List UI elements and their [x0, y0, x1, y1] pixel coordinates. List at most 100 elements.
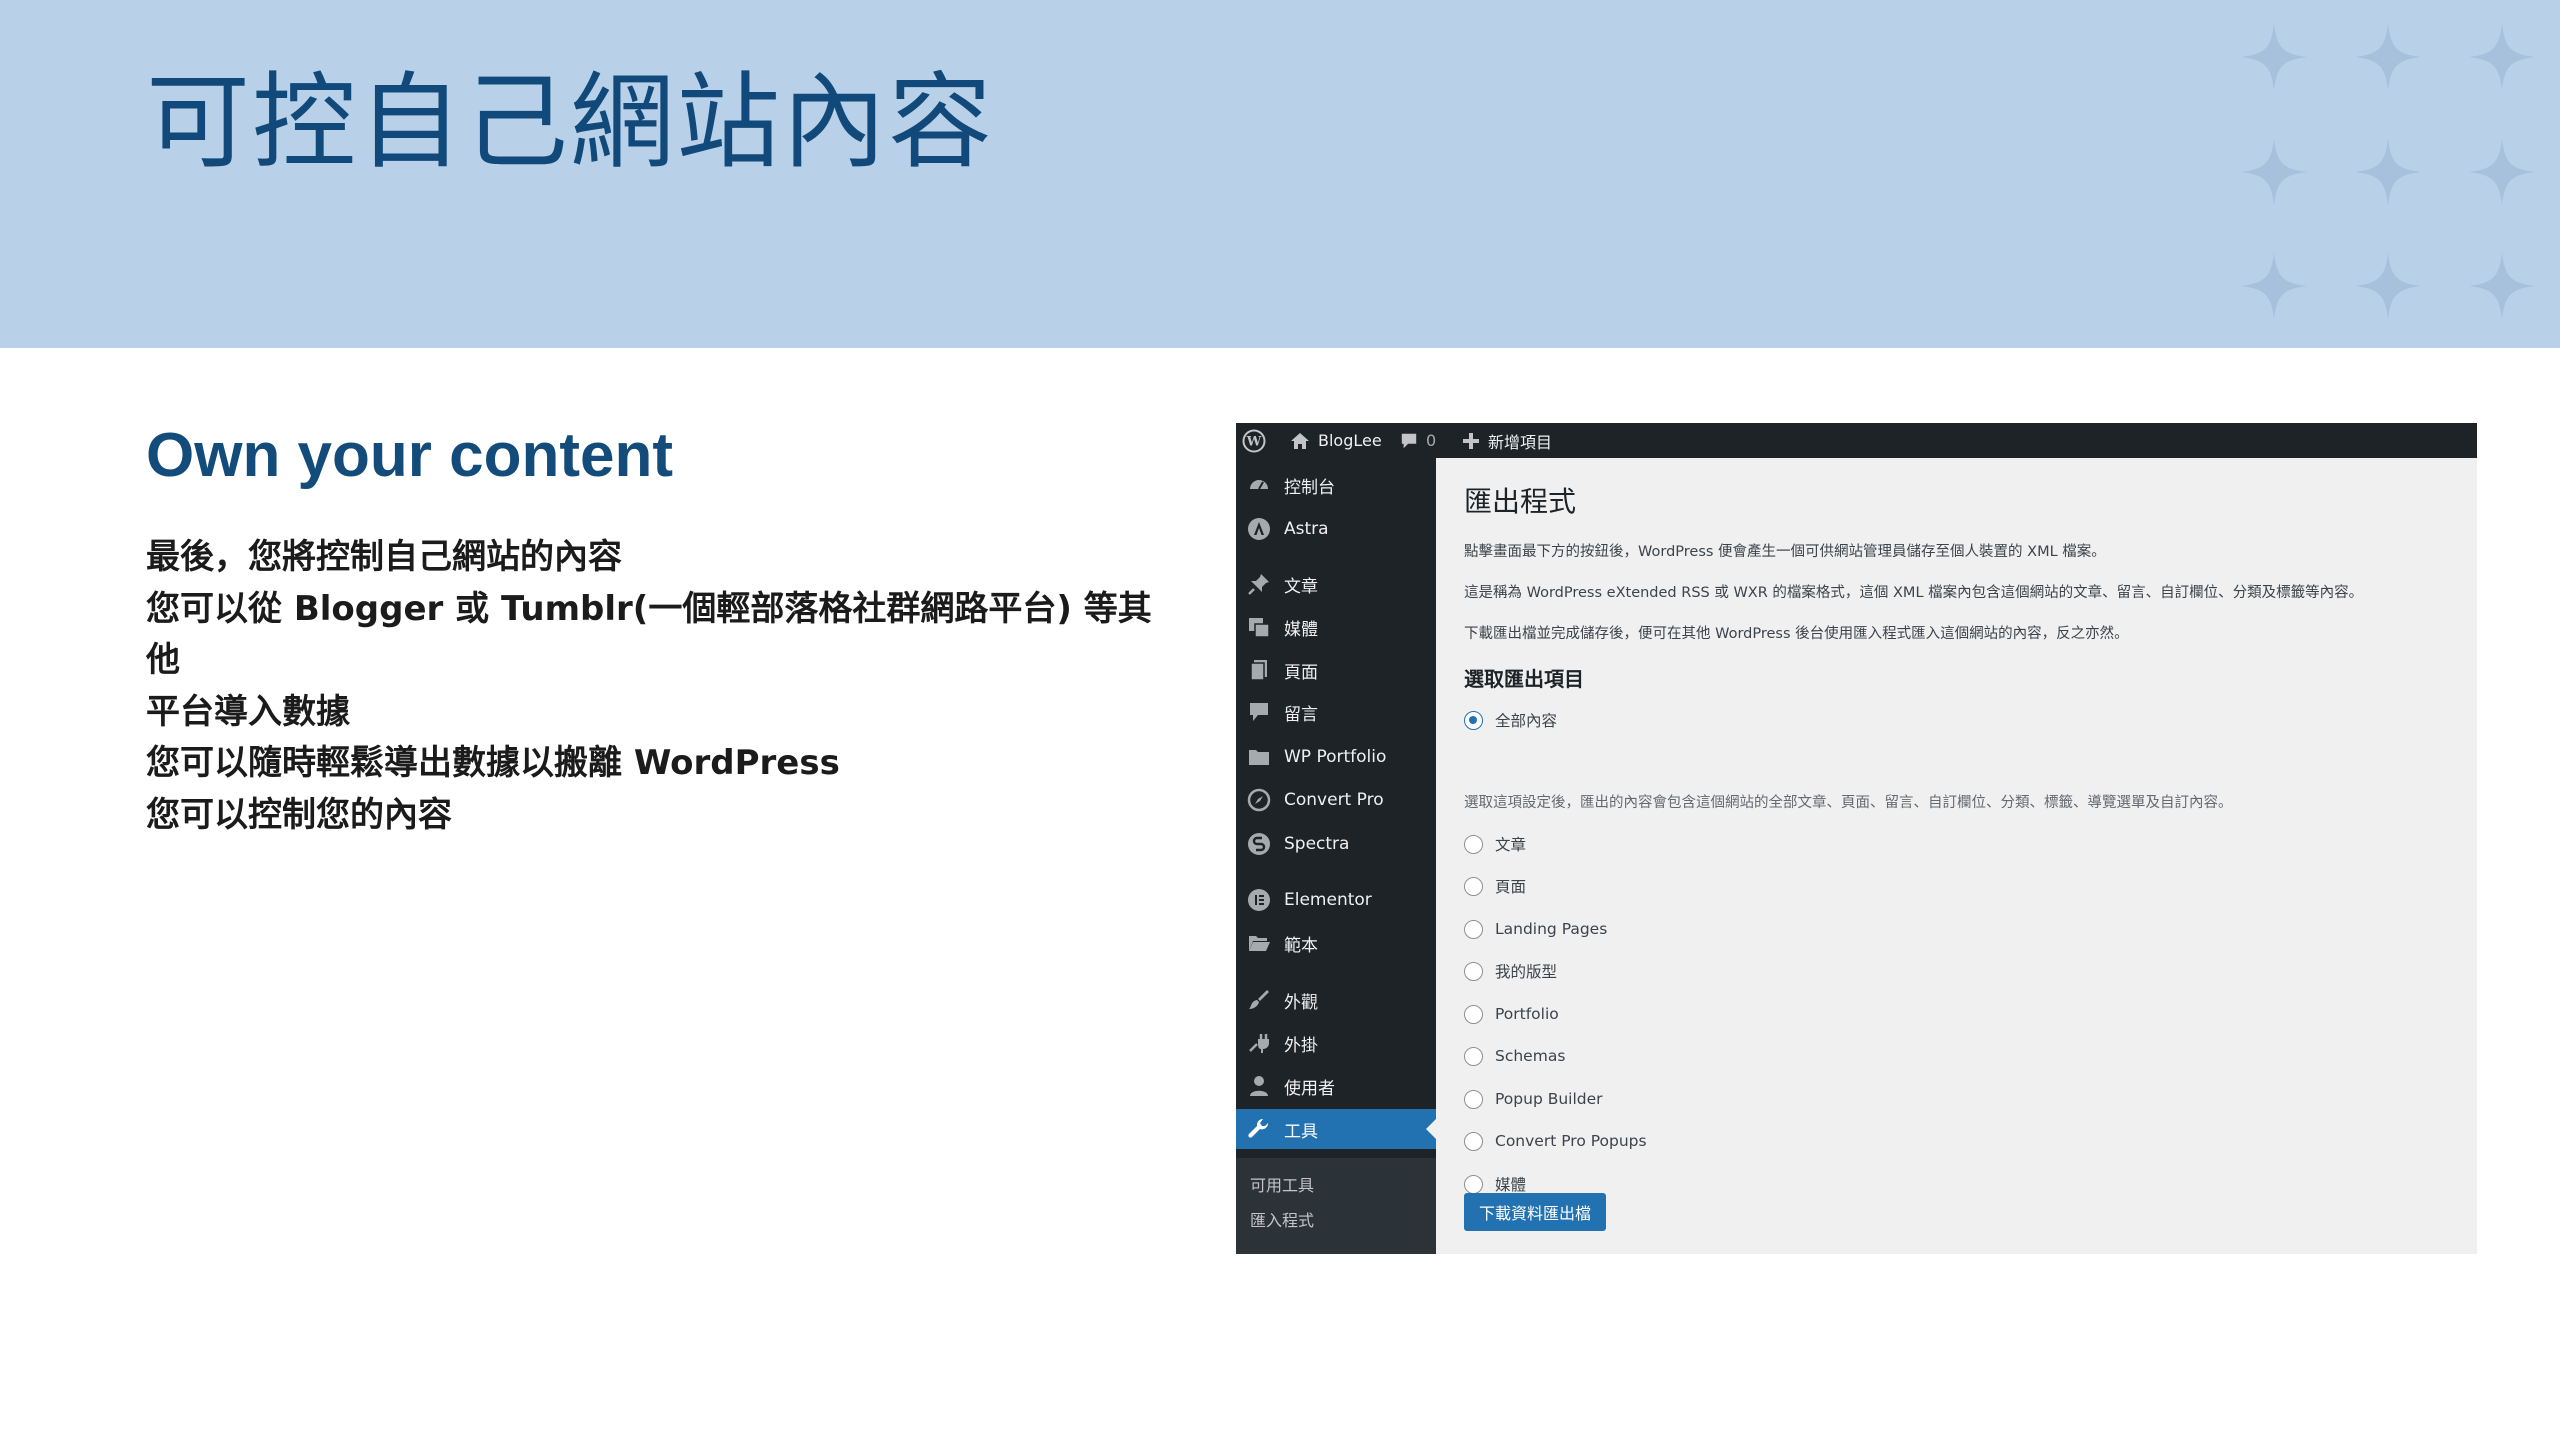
intro-paragraph: 點擊畫面最下方的按鈕後，WordPress 便會產生一個可供網站管理員儲存至個人… — [1464, 544, 2106, 560]
spectra-icon — [1246, 831, 1272, 857]
export-option-my-templates[interactable]: 我的版型 — [1464, 959, 1557, 983]
comment-bubble-icon — [1400, 432, 1418, 450]
submenu-item-available-tools[interactable]: 可用工具 — [1250, 1172, 1314, 1196]
comments-link[interactable]: 0 — [1400, 423, 1436, 458]
section-heading: 選取匯出項目 — [1464, 667, 1584, 691]
body-line: 平台導入數據 — [146, 691, 350, 732]
sidebar-item-label: 留言 — [1284, 704, 1318, 725]
new-content-link[interactable]: 新增項目 — [1462, 423, 1552, 458]
comments-count: 0 — [1426, 431, 1437, 450]
sidebar-item-dashboard[interactable]: 控制台 — [1236, 465, 1436, 505]
sidebar-item-label: 使用者 — [1284, 1078, 1335, 1099]
sidebar-item-comments[interactable]: 留言 — [1236, 692, 1436, 732]
new-content-label: 新增項目 — [1488, 432, 1553, 452]
export-option-convert-pro-popups[interactable]: Convert Pro Popups — [1464, 1129, 1647, 1153]
sidebar-item-label: WP Portfolio — [1284, 747, 1387, 767]
radio-button[interactable] — [1464, 834, 1483, 854]
sidebar-item-label: 工具 — [1284, 1121, 1318, 1142]
radio-selected[interactable] — [1464, 710, 1483, 730]
export-option-popup-builder[interactable]: Popup Builder — [1464, 1087, 1603, 1111]
sidebar-item-plugins[interactable]: 外掛 — [1236, 1023, 1436, 1063]
plus-icon — [1462, 432, 1480, 450]
export-option-all[interactable]: 全部內容 — [1464, 708, 1557, 732]
wordpress-export-screenshot: W BlogLee 0 新增項目 控制台 Astra 文章 媒體 頁面 留言 W… — [1236, 423, 2477, 1254]
astra-icon — [1246, 516, 1272, 542]
submenu-item-importer[interactable]: 匯入程式 — [1250, 1207, 1314, 1231]
sidebar-item-posts[interactable]: 文章 — [1236, 564, 1436, 604]
four-point-star-icon — [2355, 253, 2421, 319]
slide-body: 最後，您將控制自己網站的內容 您可以從 Blogger 或 Tumblr(一個輕… — [146, 532, 1166, 841]
brush-icon — [1246, 987, 1272, 1013]
sidebar-item-spectra[interactable]: Spectra — [1236, 824, 1436, 864]
wrench-icon — [1246, 1116, 1272, 1142]
four-point-star-icon — [2241, 24, 2307, 90]
sidebar-item-elementor[interactable]: Elementor — [1236, 880, 1436, 920]
page-title: 匯出程式 — [1464, 485, 1577, 518]
export-content: 匯出程式 點擊畫面最下方的按鈕後，WordPress 便會產生一個可供網站管理員… — [1436, 458, 2477, 1254]
option-description: 選取這項設定後，匯出的內容會包含這個網站的全部文章、頁面、留言、自訂欄位、分類、… — [1464, 795, 2233, 811]
export-option-landing-pages[interactable]: Landing Pages — [1464, 917, 1607, 941]
folder-open-icon — [1246, 930, 1272, 956]
option-label: Portfolio — [1495, 1005, 1559, 1023]
export-option-posts[interactable]: 文章 — [1464, 832, 1526, 856]
sidebar-item-label: 範本 — [1284, 935, 1318, 956]
body-line: 您可以控制您的內容 — [146, 794, 452, 835]
sidebar-item-appearance[interactable]: 外觀 — [1236, 980, 1436, 1020]
export-option-pages[interactable]: 頁面 — [1464, 874, 1526, 898]
intro-paragraph: 這是稱為 WordPress eXtended RSS 或 WXR 的檔案格式，… — [1464, 585, 2364, 601]
dashboard-icon — [1246, 472, 1272, 498]
option-label: Popup Builder — [1495, 1090, 1603, 1108]
body-line: 您可以隨時輕鬆導出數據以搬離 WordPress — [146, 743, 840, 783]
four-point-star-icon — [2355, 139, 2421, 205]
four-point-star-icon — [2469, 139, 2535, 205]
wp-admin-bar: W BlogLee 0 新增項目 — [1236, 423, 2477, 458]
sidebar-item-label: 媒體 — [1284, 619, 1318, 640]
export-option-schemas[interactable]: Schemas — [1464, 1044, 1565, 1068]
site-name: BlogLee — [1318, 431, 1382, 450]
sidebar-item-label: 頁面 — [1284, 662, 1318, 683]
option-label: 全部內容 — [1495, 712, 1558, 730]
media-icon — [1246, 614, 1272, 640]
sidebar-item-convert-pro[interactable]: Convert Pro — [1236, 780, 1436, 820]
slide-subtitle: Own your content — [146, 421, 673, 490]
download-export-button[interactable]: 下載資料匯出檔 — [1464, 1193, 1607, 1231]
sidebar-item-users[interactable]: 使用者 — [1236, 1066, 1436, 1106]
wordpress-logo-icon[interactable]: W — [1242, 423, 1266, 458]
site-name-link[interactable]: BlogLee — [1290, 423, 1382, 458]
pin-icon — [1246, 571, 1272, 597]
option-label: 媒體 — [1495, 1176, 1527, 1194]
export-option-portfolio[interactable]: Portfolio — [1464, 1002, 1559, 1026]
slide-title: 可控自己網站內容 — [146, 61, 995, 183]
body-line: 最後，您將控制自己網站的內容 — [146, 537, 622, 577]
header-band: 可控自己網站內容 — [0, 0, 2560, 348]
radio-button[interactable] — [1464, 919, 1483, 939]
sidebar-item-wp-portfolio[interactable]: WP Portfolio — [1236, 737, 1436, 777]
radio-button[interactable] — [1464, 1174, 1483, 1194]
sidebar-item-label: Spectra — [1284, 834, 1350, 854]
four-point-star-icon — [2469, 24, 2535, 90]
intro-paragraph: 下載匯出檔並完成儲存後，便可在其他 WordPress 後台使用匯入程式匯入這個… — [1464, 626, 2129, 642]
radio-button[interactable] — [1464, 1004, 1483, 1024]
option-label: 文章 — [1495, 836, 1527, 854]
sidebar-item-tools[interactable]: 工具 — [1236, 1109, 1436, 1149]
tools-submenu: 可用工具 匯入程式 — [1236, 1158, 1436, 1254]
sidebar-item-label: Astra — [1284, 519, 1329, 539]
radio-button[interactable] — [1464, 961, 1483, 981]
option-label: Convert Pro Popups — [1495, 1132, 1647, 1150]
sidebar-item-label: Convert Pro — [1284, 790, 1384, 810]
sidebar-item-astra[interactable]: Astra — [1236, 509, 1436, 549]
sidebar-item-pages[interactable]: 頁面 — [1236, 650, 1436, 690]
folder-icon — [1246, 744, 1272, 770]
radio-button[interactable] — [1464, 876, 1483, 896]
four-point-star-icon — [2241, 139, 2307, 205]
radio-button[interactable] — [1464, 1046, 1483, 1066]
radio-button[interactable] — [1464, 1089, 1483, 1109]
radio-button[interactable] — [1464, 1131, 1483, 1151]
elementor-icon — [1246, 887, 1272, 913]
user-icon — [1246, 1073, 1272, 1099]
sidebar-item-media[interactable]: 媒體 — [1236, 607, 1436, 647]
wp-admin-sidebar: 控制台 Astra 文章 媒體 頁面 留言 WP Portfolio Conve… — [1236, 458, 1436, 1254]
four-point-star-icon — [2355, 24, 2421, 90]
option-label: 我的版型 — [1495, 963, 1558, 981]
sidebar-item-templates[interactable]: 範本 — [1236, 923, 1436, 963]
